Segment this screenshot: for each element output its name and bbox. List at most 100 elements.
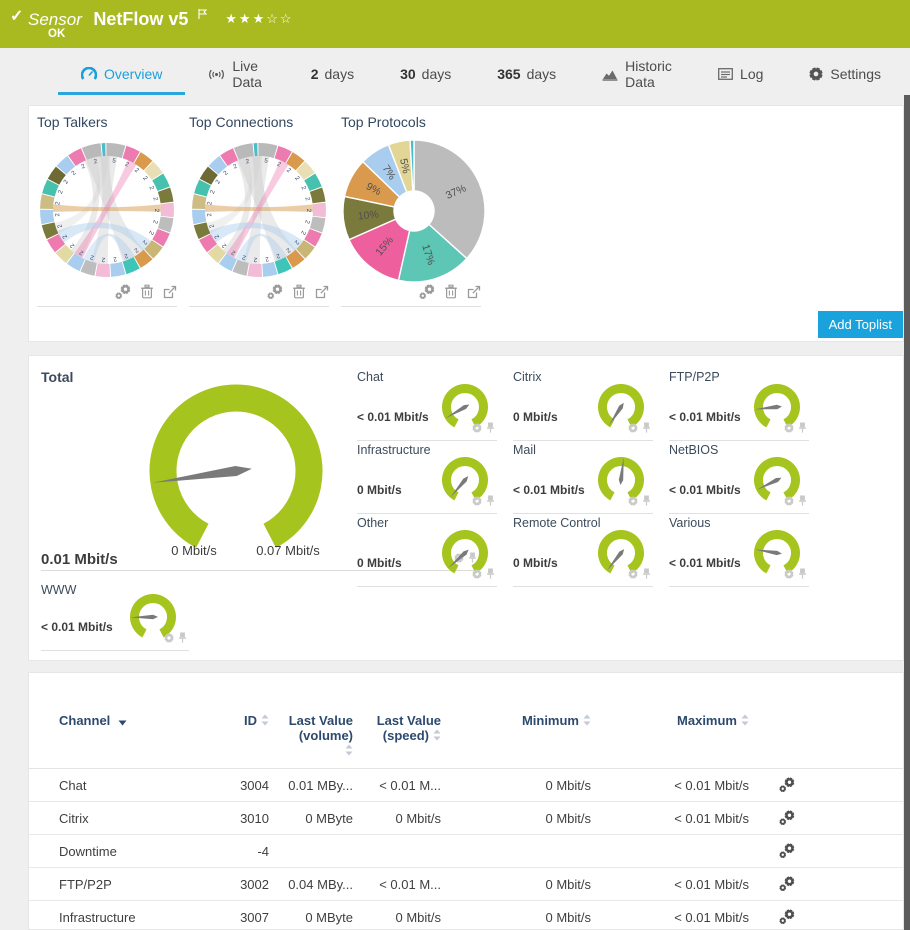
column-header-channel[interactable]: Channel [59, 713, 229, 768]
open-toplist-icon[interactable] [315, 285, 329, 304]
toplists-panel: Add Toplist Top Talkers 2522222222222222… [28, 105, 904, 342]
column-header-last-speed[interactable]: Last Value (speed) [353, 713, 441, 768]
add-toplist-button[interactable]: Add Toplist [817, 311, 903, 338]
small-gauges-grid: Chat < 0.01 Mbit/s Citrix 0 Mbit/s FTP/P… [357, 368, 809, 587]
tab-30-days[interactable]: 30 days [377, 56, 474, 95]
tab-historic-data[interactable]: Historic Data [579, 56, 695, 95]
channel-table-panel: Channel ID Last Value (volume) Last Valu… [28, 672, 904, 930]
svg-text:2: 2 [141, 175, 149, 183]
channel-gauge-value: < 0.01 Mbit/s [669, 556, 741, 570]
svg-text:2: 2 [303, 219, 311, 225]
last-speed-cell: < 0.01 M... [379, 777, 441, 793]
toplist-chart[interactable]: 25222222222222222222222222 [189, 138, 335, 284]
toplist-chart[interactable]: 37% 17% 15% 10% 9% 7% 5% [341, 138, 487, 284]
toplist-chart[interactable]: 25222222222222222222222222 [37, 138, 183, 284]
gauge-pin-icon[interactable] [486, 420, 495, 438]
channel-gauge-value: 0 Mbit/s [513, 410, 558, 424]
svg-text:2: 2 [54, 201, 61, 206]
tab-2-days[interactable]: 2 days [288, 56, 377, 95]
tab-settings[interactable]: Settings [786, 56, 904, 95]
delete-toplist-icon[interactable] [140, 284, 154, 304]
channel-gauges-panel: Total 0 Mbit/s 0.07 Mbit/s 0.01 Mbit/s C… [28, 355, 904, 661]
total-gauge-value: 0.01 Mbit/s [41, 551, 118, 568]
channel-cell: Chat [59, 777, 87, 793]
channel-settings-icon[interactable] [779, 909, 795, 925]
tab-365-days[interactable]: 365 days [474, 56, 579, 95]
channel-cell: FTP/P2P [59, 876, 112, 892]
last-speed-cell: 0 Mbit/s [395, 909, 441, 925]
channel-settings-icon[interactable] [779, 876, 795, 892]
toplist-settings-icon[interactable] [267, 283, 283, 305]
gauge-settings-icon[interactable] [472, 493, 482, 511]
svg-text:2: 2 [151, 219, 159, 225]
last-volume-cell: 0 MByte [305, 810, 353, 826]
delete-toplist-icon[interactable] [444, 284, 458, 304]
minimum-cell: 0 Mbit/s [545, 777, 591, 793]
maximum-cell: < 0.01 Mbit/s [674, 909, 749, 925]
tab-live-data[interactable]: Live Data [185, 56, 287, 95]
channel-gauge-value: 0 Mbit/s [357, 556, 402, 570]
table-header-row: Channel ID Last Value (volume) Last Valu… [29, 673, 903, 769]
gauge-pin-icon[interactable] [486, 493, 495, 511]
channel-gauge-title: Citrix [513, 370, 542, 384]
column-header-id[interactable]: ID [229, 713, 269, 768]
gauge-icon [81, 67, 97, 81]
id-cell: 3002 [240, 876, 269, 892]
minimum-cell: 0 Mbit/s [545, 909, 591, 925]
gauge-pin-icon[interactable] [798, 420, 807, 438]
gauge-pin-icon[interactable] [642, 420, 651, 438]
channel-cell: Infrastructure [59, 909, 136, 925]
gauge-max-label: 0.07 Mbit/s [256, 543, 320, 558]
gauge-pin-icon[interactable] [798, 493, 807, 511]
tab-overview[interactable]: Overview [58, 56, 186, 95]
priority-stars[interactable]: ★★★☆☆ [225, 11, 293, 26]
sort-both-icon [261, 714, 269, 726]
channel-settings-icon[interactable] [779, 810, 795, 826]
tab-log[interactable]: Log [695, 56, 786, 95]
svg-text:2: 2 [214, 178, 222, 185]
object-kind-label: Sensor [28, 10, 82, 29]
last-volume-cell: 0 MByte [305, 909, 353, 925]
gauge-pin-icon[interactable] [178, 630, 187, 648]
id-cell: 3004 [240, 777, 269, 793]
gauge-pin-icon[interactable] [798, 566, 807, 584]
last-speed-cell: < 0.01 M... [379, 876, 441, 892]
gauge-settings-icon[interactable] [628, 493, 638, 511]
total-gauge [101, 371, 371, 554]
gauge-settings-icon[interactable] [628, 420, 638, 438]
column-header-maximum[interactable]: Maximum [591, 713, 749, 768]
svg-text:2: 2 [147, 185, 155, 192]
gauge-settings-icon[interactable] [164, 630, 174, 648]
svg-text:2: 2 [206, 212, 213, 217]
table-body: Chat 3004 0.01 MBy... < 0.01 M... 0 Mbit… [29, 769, 903, 929]
gauge-settings-icon[interactable] [472, 566, 482, 584]
gauge-settings-icon[interactable] [784, 566, 794, 584]
delete-toplist-icon[interactable] [292, 284, 306, 304]
svg-text:2: 2 [305, 209, 312, 213]
column-header-last-volume[interactable]: Last Value (volume) [269, 713, 353, 768]
channel-settings-icon[interactable] [779, 843, 795, 859]
channel-gauge-value: < 0.01 Mbit/s [669, 483, 741, 497]
open-toplist-icon[interactable] [467, 285, 481, 304]
svg-text:2: 2 [62, 178, 70, 185]
toplist-settings-icon[interactable] [115, 283, 131, 305]
channel-gauge-title: WWW [41, 583, 77, 597]
toplist-settings-icon[interactable] [419, 283, 435, 305]
gauge-pin-icon[interactable] [642, 493, 651, 511]
channel-settings-icon[interactable] [779, 777, 795, 793]
gauge-pin-icon[interactable] [642, 566, 651, 584]
gauge-settings-icon[interactable] [628, 566, 638, 584]
gauge-settings-icon[interactable] [784, 420, 794, 438]
gauge-min-label: 0 Mbit/s [171, 543, 217, 558]
open-toplist-icon[interactable] [163, 285, 177, 304]
channel-gauge-cell: Mail < 0.01 Mbit/s [513, 441, 653, 514]
gauge-settings-icon[interactable] [784, 493, 794, 511]
channel-gauge-cell: Other 0 Mbit/s [357, 514, 497, 587]
gauge-pin-icon[interactable] [486, 566, 495, 584]
maximum-cell: < 0.01 Mbit/s [674, 777, 749, 793]
column-header-minimum[interactable]: Minimum [441, 713, 591, 768]
gauge-settings-icon[interactable] [472, 420, 482, 438]
channel-gauge-cell: Remote Control 0 Mbit/s [513, 514, 653, 587]
minimum-cell: 0 Mbit/s [545, 810, 591, 826]
channel-cell: Downtime [59, 843, 117, 859]
